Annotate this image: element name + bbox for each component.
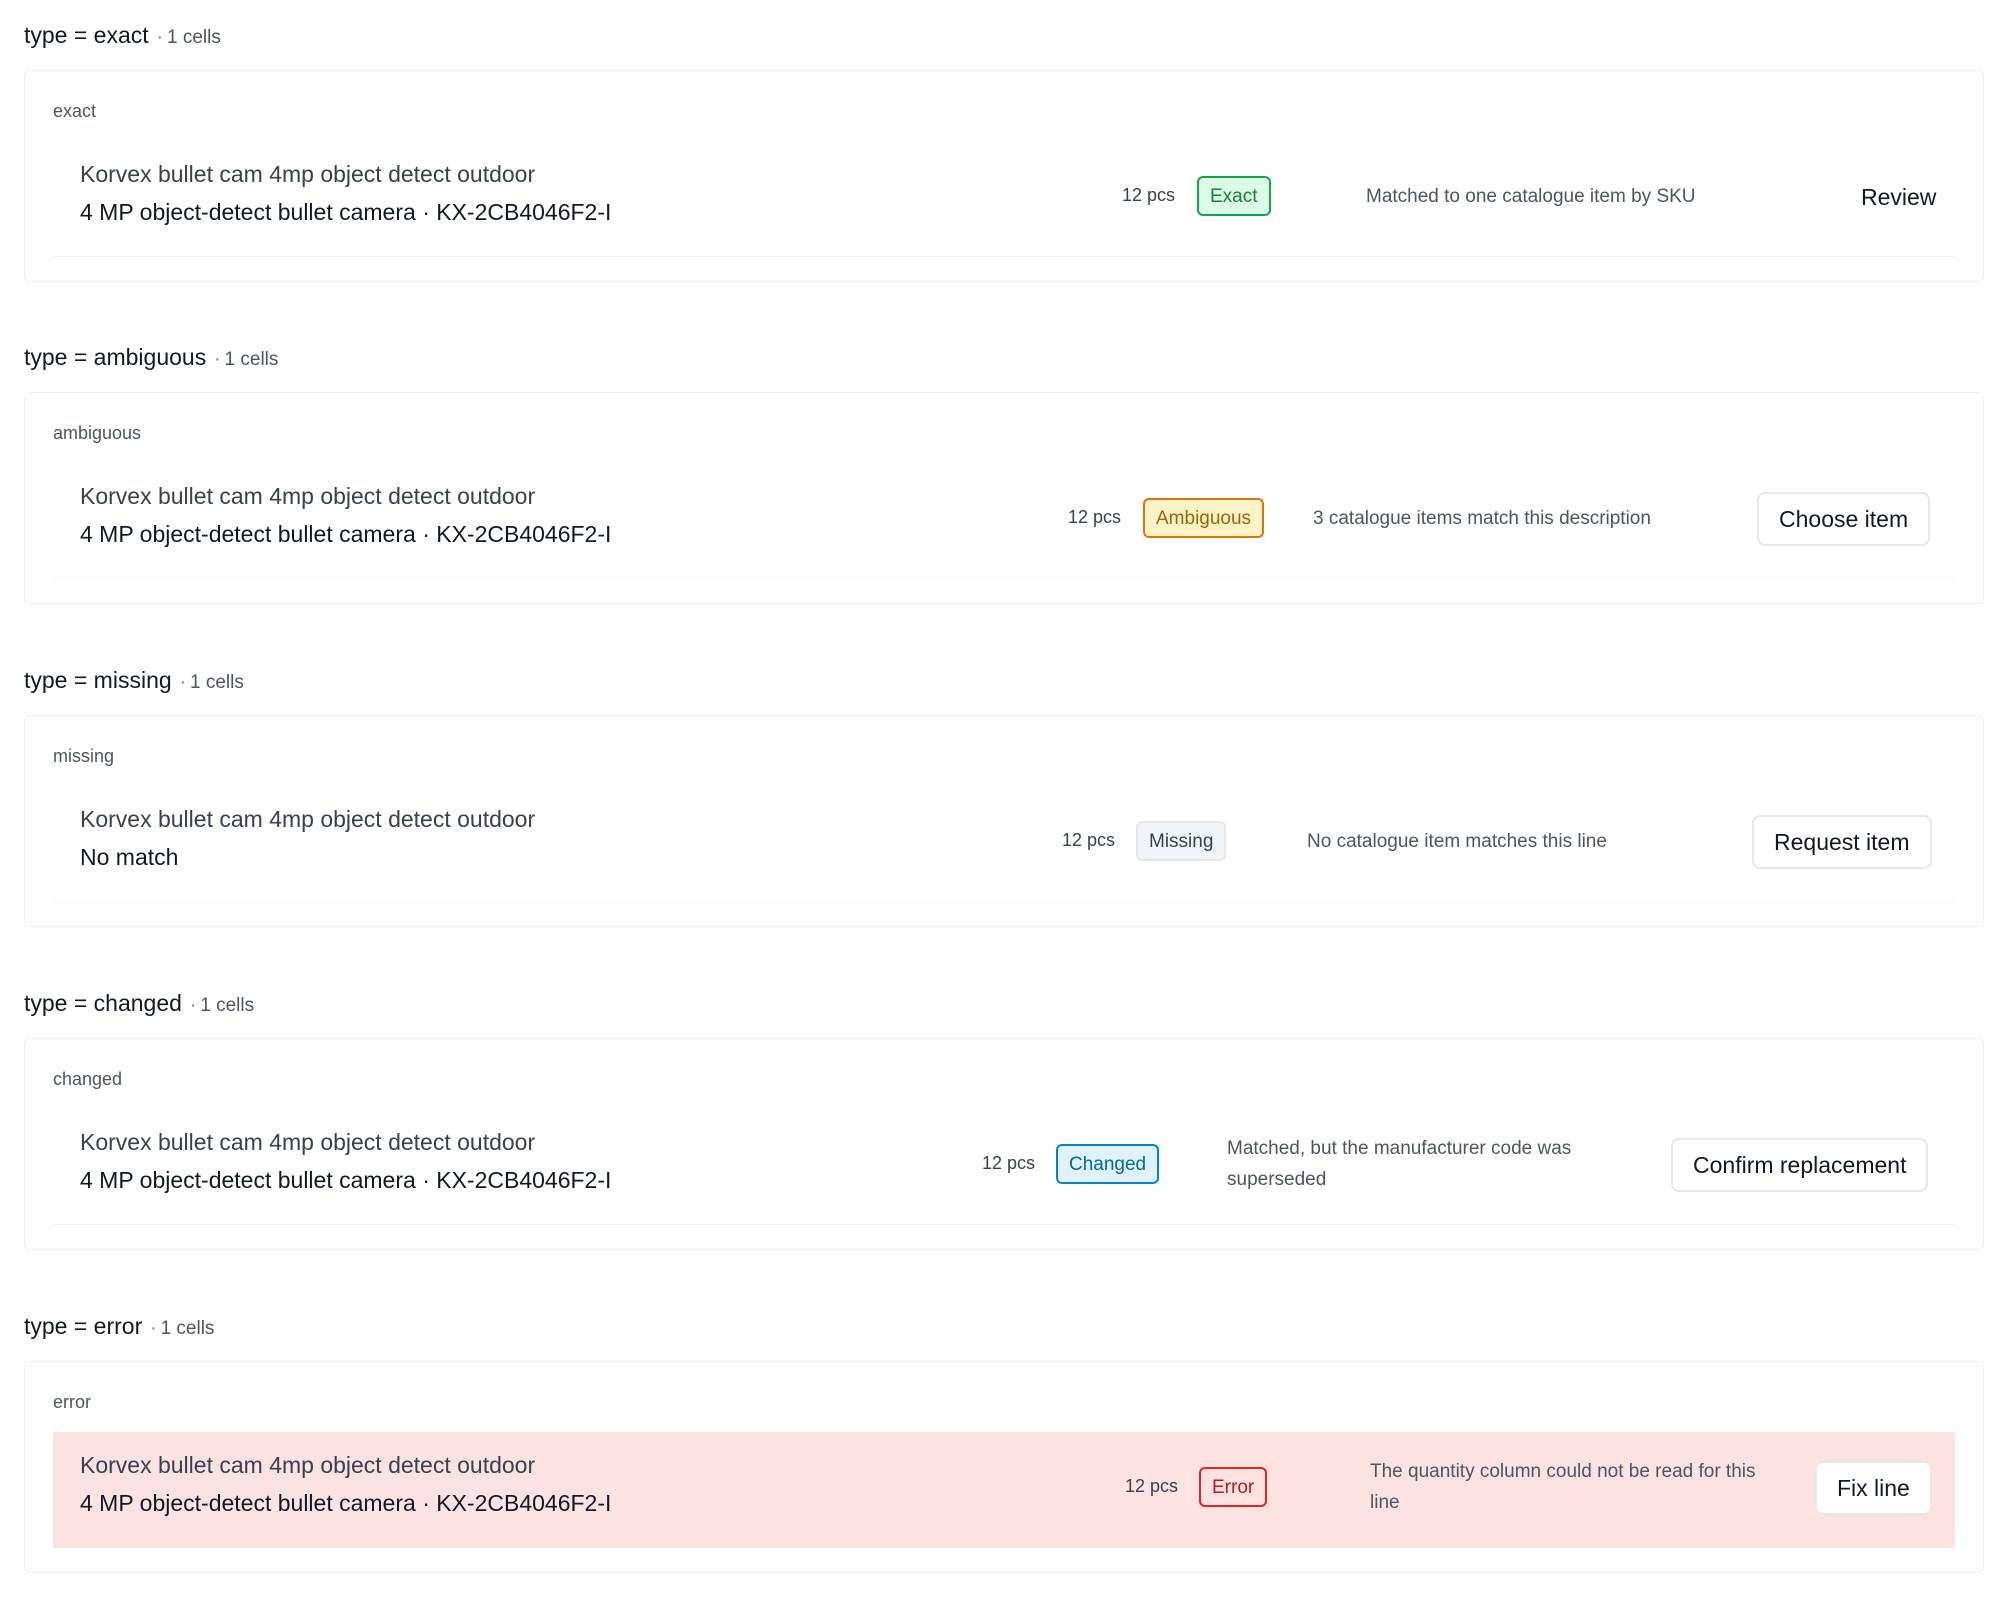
status-badge: Changed — [1056, 1144, 1160, 1184]
line-source-text: Korvex bullet cam 4mp object detect outd… — [80, 161, 536, 187]
status-note: Matched to one catalogue item by SKU — [1366, 186, 1696, 207]
status-badge: Ambiguous — [1143, 498, 1265, 538]
group-count: · 1 cells — [179, 672, 244, 693]
cell-label: ambiguous — [53, 423, 142, 443]
line-description: Korvex bullet cam 4mp object detect outd… — [80, 159, 611, 227]
quantity: 12 pcs — [1122, 185, 1176, 205]
cell-label: error — [53, 1392, 92, 1412]
cell-ambiguous: ambiguous Korvex bullet cam 4mp object d… — [24, 392, 1984, 604]
cell-label: exact — [53, 101, 97, 121]
quantity: 12 pcs — [982, 1153, 1036, 1173]
line-description: Korvex bullet cam 4mp object detect outd… — [80, 481, 611, 549]
cell-changed: changed Korvex bullet cam 4mp object det… — [24, 1038, 1984, 1250]
group-title: type = missing — [24, 667, 172, 693]
cell-label: missing — [53, 746, 115, 766]
cell-exact: exact Korvex bullet cam 4mp object detec… — [24, 70, 1984, 282]
confirm-replacement-button[interactable]: Confirm replacement — [1671, 1138, 1929, 1192]
line-row: Korvex bullet cam 4mp object detect outd… — [53, 786, 1955, 902]
quantity: 12 pcs — [1125, 1476, 1179, 1496]
group-header: type = ambiguous · 1 cells — [24, 344, 1984, 378]
line-row: Korvex bullet cam 4mp object detect outd… — [53, 1109, 1955, 1225]
choose-item-button[interactable]: Choose item — [1757, 492, 1931, 546]
request-item-button[interactable]: Request item — [1752, 815, 1932, 869]
quantity: 12 pcs — [1068, 507, 1122, 527]
cell-label: changed — [53, 1069, 123, 1089]
group-count: · 1 cells — [189, 995, 255, 1016]
status-badge: Missing — [1136, 821, 1227, 861]
status-note: 3 catalogue items match this description — [1313, 508, 1651, 529]
group-count: · 1 cells — [214, 349, 279, 370]
status-note: Matched, but the manufacturer code was s… — [1227, 1138, 1572, 1190]
group-header: type = exact · 1 cells — [24, 22, 1984, 56]
line-matched-item: 4 MP object-detect bullet camera · KX-2C… — [80, 521, 612, 547]
status-badge: Error — [1199, 1467, 1268, 1507]
group-title: type = ambiguous — [24, 344, 207, 370]
line-row-error: Korvex bullet cam 4mp object detect outd… — [53, 1432, 1955, 1548]
line-matched-item: No match — [80, 844, 179, 870]
group-missing: type = missing · 1 cells missing Korvex b… — [24, 667, 1984, 927]
group-changed: type = changed · 1 cells changed Korvex b… — [24, 990, 1984, 1250]
line-source-text: Korvex bullet cam 4mp object detect outd… — [80, 483, 536, 509]
group-count: · 1 cells — [156, 27, 221, 48]
line-source-text: Korvex bullet cam 4mp object detect outd… — [80, 1452, 536, 1478]
line-source-text: Korvex bullet cam 4mp object detect outd… — [80, 1129, 536, 1155]
line-row: Korvex bullet cam 4mp object detect outd… — [53, 463, 1955, 579]
group-exact: type = exact · 1 cells exact Korvex bulle… — [24, 22, 1984, 282]
match-states-page: type = exact · 1 cells exact Korvex bulle… — [0, 0, 2000, 1599]
group-header: type = missing · 1 cells — [24, 667, 1984, 701]
line-matched-item: 4 MP object-detect bullet camera · KX-2C… — [80, 1490, 612, 1516]
cell-missing: missing Korvex bullet cam 4mp object det… — [24, 715, 1984, 927]
status-note: No catalogue item matches this line — [1307, 831, 1607, 852]
status-note: The quantity column could not be read fo… — [1370, 1461, 1756, 1513]
group-title: type = exact — [24, 22, 149, 48]
quantity: 12 pcs — [1062, 830, 1116, 850]
group-header: type = error · 1 cells — [24, 1313, 1984, 1347]
line-description: Korvex bullet cam 4mp object detect outd… — [80, 804, 535, 872]
group-count: · 1 cells — [150, 1318, 215, 1339]
group-error: type = error · 1 cells error Korvex bulle… — [24, 1313, 1984, 1573]
group-ambiguous: type = ambiguous · 1 cells ambiguous Korv… — [24, 344, 1984, 604]
group-header: type = changed · 1 cells — [24, 990, 1984, 1024]
line-description: Korvex bullet cam 4mp object detect outd… — [80, 1450, 611, 1518]
cell-error: error Korvex bullet cam 4mp object detec… — [24, 1361, 1984, 1573]
fix-line-button[interactable]: Fix line — [1815, 1461, 1932, 1515]
line-row: Korvex bullet cam 4mp object detect outd… — [53, 141, 1955, 257]
line-matched-item: 4 MP object-detect bullet camera · KX-2C… — [80, 199, 612, 225]
line-source-text: Korvex bullet cam 4mp object detect outd… — [80, 806, 536, 832]
group-title: type = changed — [24, 990, 182, 1016]
line-matched-item: 4 MP object-detect bullet camera · KX-2C… — [80, 1167, 612, 1193]
group-title: type = error — [24, 1313, 143, 1339]
line-description: Korvex bullet cam 4mp object detect outd… — [80, 1127, 611, 1195]
review-button[interactable]: Review — [1839, 170, 1958, 224]
status-badge: Exact — [1197, 176, 1271, 216]
